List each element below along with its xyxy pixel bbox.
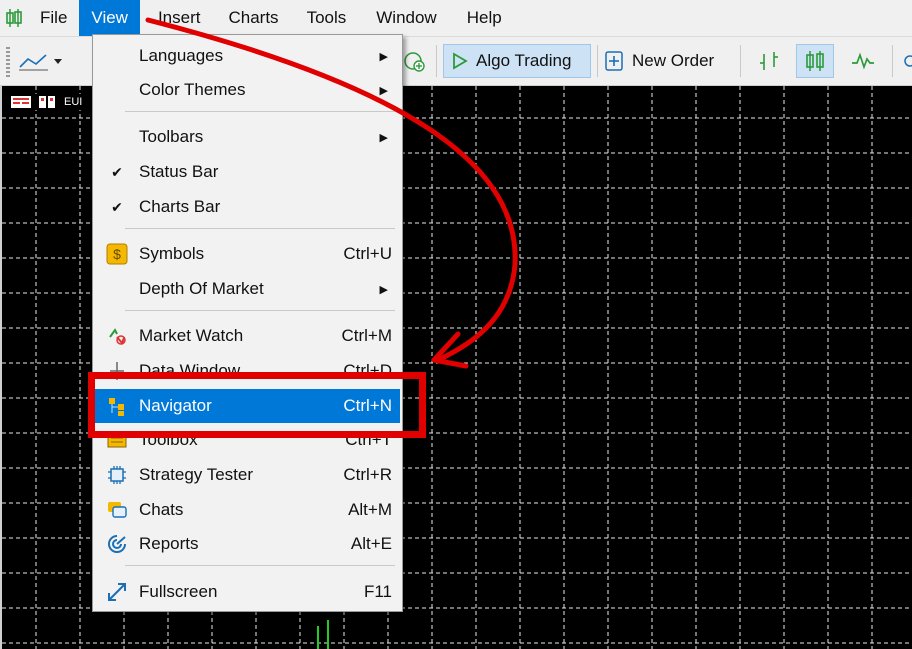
- menu-item-label: Status Bar: [139, 162, 219, 181]
- menu-charts[interactable]: Charts: [216, 0, 290, 36]
- toolbar-overflow-icon[interactable]: [900, 44, 912, 78]
- view-menu-dropdown: Languages ▶ Color Themes ▶ Toolbars ▶ ✔ …: [92, 34, 403, 612]
- menu-item-charts-bar[interactable]: ✔ Charts Bar: [95, 190, 400, 224]
- menu-item-label: Languages: [139, 46, 224, 65]
- chart-symbol-label: EUI: [64, 96, 83, 108]
- menu-item-label: Reports: [139, 534, 199, 553]
- menu-item-label: Strategy Tester: [139, 465, 254, 484]
- menu-bar: File View Insert Charts Tools Window Hel…: [0, 0, 912, 36]
- annotation-highlight-box: [88, 372, 426, 438]
- menu-item-label: Depth Of Market: [139, 279, 264, 298]
- menu-item-shortcut: Ctrl+R: [343, 465, 392, 484]
- menu-item-languages[interactable]: Languages ▶: [95, 39, 400, 73]
- menu-view[interactable]: View: [79, 0, 140, 36]
- menu-item-market-watch[interactable]: Market Watch Ctrl+M: [95, 319, 400, 353]
- checkmark-icon: ✔: [111, 198, 123, 215]
- menu-item-label: Symbols: [139, 244, 205, 263]
- new-order-button[interactable]: New Order: [604, 44, 734, 78]
- algo-trading-label: Algo Trading: [476, 51, 572, 70]
- menu-file[interactable]: File: [28, 0, 79, 36]
- menu-item-shortcut: Ctrl+U: [343, 244, 392, 263]
- menu-separator: [125, 565, 395, 566]
- toolbar-separator: [740, 45, 741, 77]
- menu-item-shortcut: F11: [363, 582, 392, 601]
- menu-item-color-themes[interactable]: Color Themes ▶: [95, 73, 400, 107]
- algo-trading-button[interactable]: Algo Trading: [443, 44, 591, 78]
- toolbar-grip[interactable]: [6, 47, 10, 77]
- symbols-dollar-icon: $: [105, 242, 129, 266]
- menu-item-label: Chats: [139, 500, 184, 519]
- reports-icon: [105, 532, 129, 556]
- submenu-arrow-icon: ▶: [379, 283, 388, 296]
- fullscreen-icon: [105, 580, 129, 604]
- submenu-arrow-icon: ▶: [379, 131, 388, 144]
- chats-icon: [105, 498, 129, 522]
- line-chart-button[interactable]: [844, 44, 882, 78]
- menu-tools[interactable]: Tools: [295, 0, 359, 36]
- line-chart-dropdown-button[interactable]: [16, 44, 66, 78]
- strategy-tester-icon: [105, 463, 129, 487]
- bar-chart-button[interactable]: [750, 44, 788, 78]
- menu-separator: [125, 111, 395, 112]
- add-symbol-button[interactable]: [402, 44, 432, 78]
- menu-item-strategy-tester[interactable]: Strategy Tester Ctrl+R: [95, 458, 400, 492]
- toolbar-separator: [892, 45, 893, 77]
- menu-item-shortcut: Alt+M: [348, 500, 392, 519]
- submenu-arrow-icon: ▶: [379, 84, 388, 97]
- menu-separator: [125, 310, 395, 311]
- menu-item-shortcut: Alt+E: [350, 534, 392, 553]
- line-chart-icon: [852, 52, 874, 70]
- menu-item-symbols[interactable]: $ Symbols Ctrl+U: [95, 237, 400, 271]
- app-candlestick-icon: [0, 0, 28, 36]
- new-order-label: New Order: [632, 51, 715, 70]
- menu-item-reports[interactable]: Reports Alt+E: [95, 527, 400, 561]
- svg-text:$: $: [113, 246, 121, 262]
- candlestick-chart-button[interactable]: [796, 44, 834, 78]
- candlestick-icon: [806, 51, 824, 71]
- candle-mark: [317, 620, 329, 649]
- menu-item-depth-of-market[interactable]: Depth Of Market ▶: [95, 272, 400, 306]
- menu-item-shortcut: Ctrl+M: [341, 326, 392, 345]
- line-chart-icon: [19, 54, 62, 71]
- toolbar-separator: [597, 45, 598, 77]
- menu-help[interactable]: Help: [455, 0, 514, 36]
- menu-item-toolbars[interactable]: Toolbars ▶: [95, 120, 400, 154]
- menu-item-label: Toolbars: [139, 127, 204, 146]
- menu-item-fullscreen[interactable]: Fullscreen F11: [95, 575, 400, 609]
- menu-insert[interactable]: Insert: [146, 0, 213, 36]
- toolbar-separator: [436, 45, 437, 77]
- menu-separator: [125, 228, 395, 229]
- menu-item-label: Charts Bar: [139, 197, 221, 216]
- menu-item-label: Fullscreen: [139, 582, 218, 601]
- menu-item-label: Market Watch: [139, 326, 244, 345]
- new-order-plus-icon: [605, 51, 623, 71]
- play-icon: [453, 52, 468, 70]
- submenu-arrow-icon: ▶: [379, 50, 388, 63]
- market-watch-icon: [105, 324, 129, 348]
- globe-plus-icon: [404, 52, 425, 72]
- menu-window[interactable]: Window: [364, 0, 448, 36]
- chart-window-icon: [11, 96, 31, 108]
- menu-item-label: Color Themes: [139, 80, 246, 99]
- bar-chart-icon: [760, 52, 778, 70]
- chart-title-bar: EUI: [10, 94, 83, 110]
- menu-item-chats[interactable]: Chats Alt+M: [95, 493, 400, 527]
- menu-item-status-bar[interactable]: ✔ Status Bar: [95, 155, 400, 189]
- chart-period-icon: [39, 96, 55, 108]
- checkmark-icon: ✔: [111, 163, 123, 180]
